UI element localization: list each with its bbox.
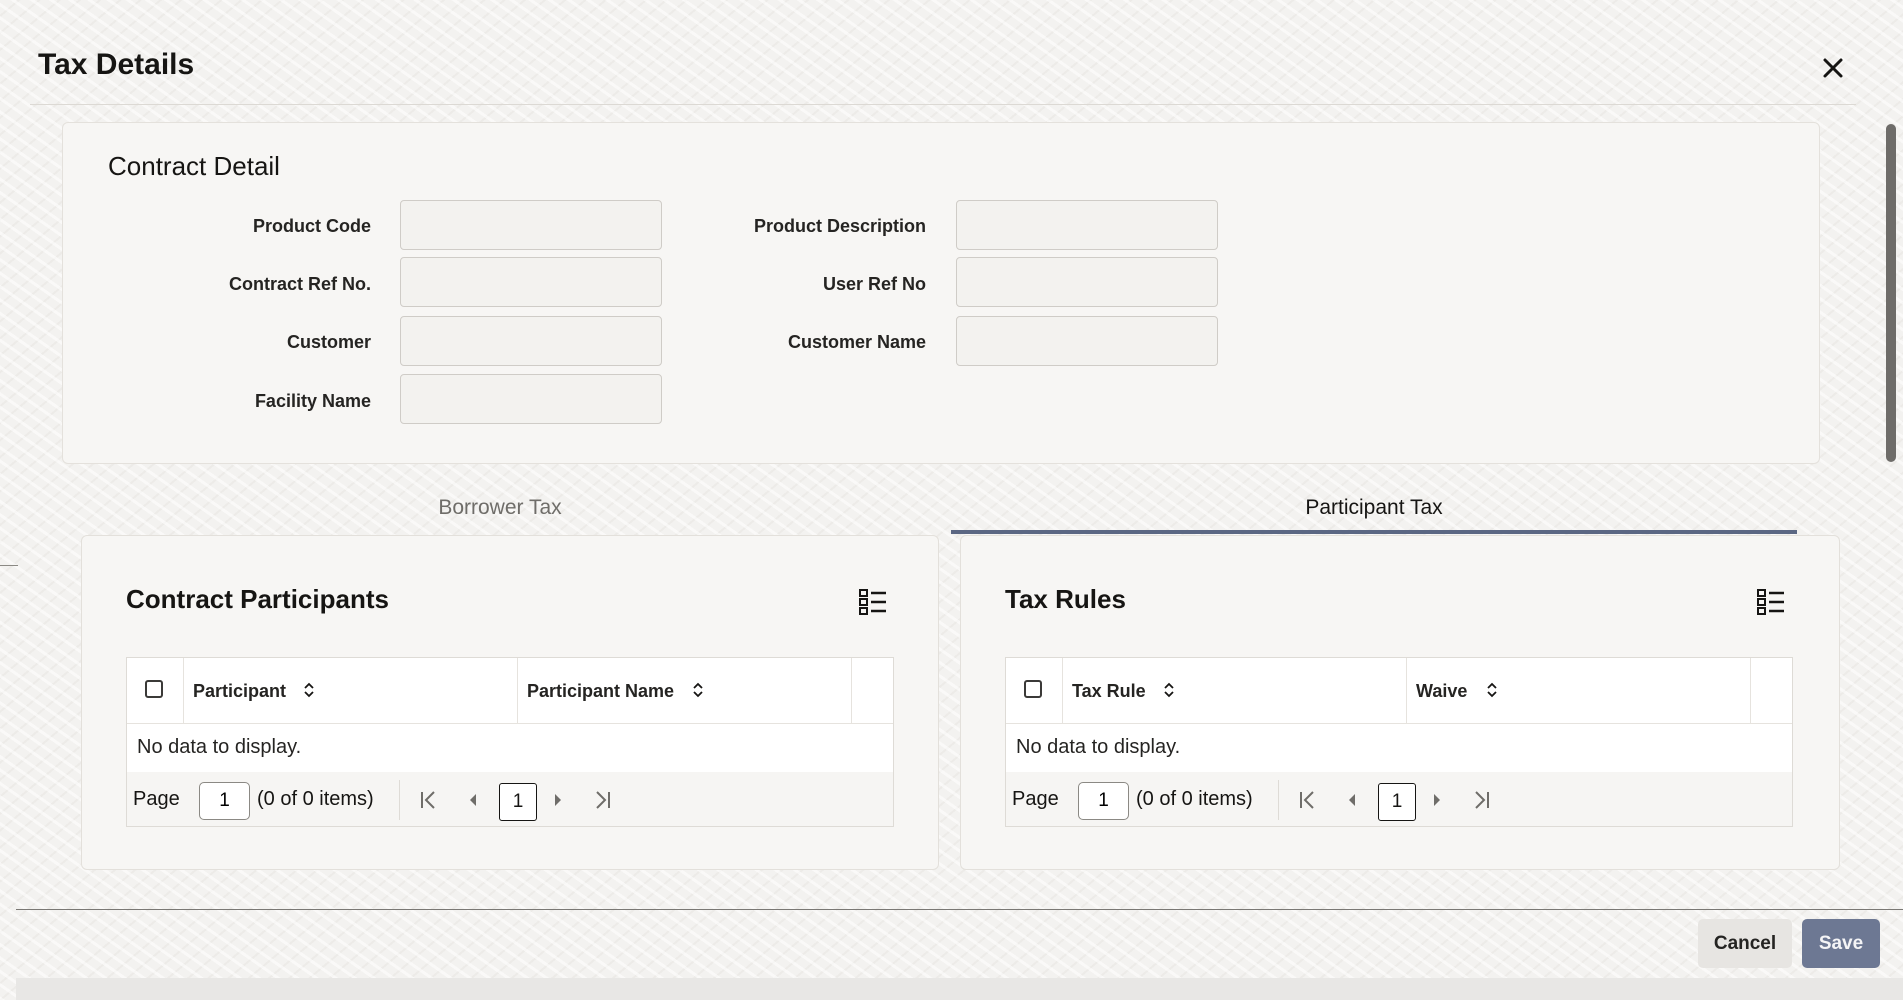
customer-label: Customer <box>286 332 371 352</box>
user-ref-no-input[interactable] <box>956 257 1218 307</box>
last-page-icon[interactable] <box>1471 788 1493 812</box>
header-divider <box>30 104 1856 105</box>
customer-input[interactable] <box>400 316 662 366</box>
pagination: Page (0 of 0 items) 1 <box>1006 772 1792 826</box>
footer-bar <box>16 910 1903 978</box>
contract-ref-no-label: Contract Ref No. <box>228 274 371 294</box>
product-code-label: Product Code <box>252 216 371 236</box>
active-tab-indicator <box>951 530 1797 534</box>
sort-icon[interactable] <box>302 680 316 700</box>
column-label: Participant <box>193 681 287 701</box>
current-page-button[interactable]: 1 <box>1378 783 1416 821</box>
column-label: Participant Name <box>527 681 675 701</box>
contract-participants-panel: Contract Participants Participant Partic… <box>81 535 939 870</box>
first-page-icon[interactable] <box>417 788 439 812</box>
contract-detail-section: Contract Detail Product Code Product Des… <box>62 122 1820 464</box>
column-waive[interactable]: Waive <box>1406 658 1751 723</box>
customer-name-input[interactable] <box>956 316 1218 366</box>
column-list-icon[interactable] <box>1756 587 1786 617</box>
edge-marker <box>0 565 18 566</box>
save-button[interactable]: Save <box>1802 919 1880 968</box>
item-count: (0 of 0 items) <box>1136 788 1253 810</box>
table-header: Participant Participant Name <box>127 658 893 724</box>
close-icon[interactable] <box>1815 50 1851 86</box>
product-description-input[interactable] <box>956 200 1218 250</box>
participants-table: Participant Participant Name No data to … <box>126 657 894 827</box>
customer-name-label: Customer Name <box>787 332 926 352</box>
current-page-button[interactable]: 1 <box>499 783 537 821</box>
select-all-cell <box>127 658 184 723</box>
bottom-strip <box>16 978 1903 1000</box>
contract-participants-title: Contract Participants <box>126 584 389 614</box>
contract-ref-no-input[interactable] <box>400 257 662 307</box>
dialog-title: Tax Details <box>38 48 195 81</box>
facility-name-label: Facility Name <box>254 391 371 411</box>
first-page-icon[interactable] <box>1296 788 1318 812</box>
column-tax-rule[interactable]: Tax Rule <box>1062 658 1407 723</box>
next-page-icon[interactable] <box>1426 788 1448 812</box>
next-page-icon[interactable] <box>547 788 569 812</box>
cancel-button[interactable]: Cancel <box>1698 919 1792 968</box>
select-all-cell <box>1006 658 1063 723</box>
pagination: Page (0 of 0 items) 1 <box>127 772 893 826</box>
column-label: Waive <box>1416 681 1468 701</box>
column-list-icon[interactable] <box>858 587 888 617</box>
sort-icon[interactable] <box>691 680 705 700</box>
previous-page-icon[interactable] <box>462 788 484 812</box>
tab-participant-tax[interactable]: Participant Tax <box>951 496 1797 520</box>
sort-icon[interactable] <box>1162 680 1176 700</box>
tax-rules-title: Tax Rules <box>1005 584 1126 614</box>
facility-name-input[interactable] <box>400 374 662 424</box>
tab-borrower-tax[interactable]: Borrower Tax <box>80 496 920 520</box>
tax-rules-table: Tax Rule Waive No data to display. Page … <box>1005 657 1793 827</box>
select-all-checkbox[interactable] <box>1024 680 1042 698</box>
pager-divider <box>399 780 400 820</box>
page-number-input[interactable] <box>1078 782 1129 820</box>
page-label: Page <box>1012 788 1059 810</box>
sort-icon[interactable] <box>1485 680 1499 700</box>
page-label: Page <box>133 788 180 810</box>
column-participant[interactable]: Participant <box>183 658 518 723</box>
tax-rules-panel: Tax Rules Tax Rule Waive No data to disp… <box>960 535 1840 870</box>
page-number-input[interactable] <box>199 782 250 820</box>
product-code-input[interactable] <box>400 200 662 250</box>
product-description-label: Product Description <box>753 216 926 236</box>
scrollbar[interactable] <box>1886 124 1896 462</box>
empty-message: No data to display. <box>1016 736 1181 758</box>
table-header: Tax Rule Waive <box>1006 658 1792 724</box>
last-page-icon[interactable] <box>592 788 614 812</box>
column-participant-name[interactable]: Participant Name <box>517 658 852 723</box>
item-count: (0 of 0 items) <box>257 788 374 810</box>
user-ref-no-label: User Ref No <box>822 274 926 294</box>
select-all-checkbox[interactable] <box>145 680 163 698</box>
empty-message: No data to display. <box>137 736 302 758</box>
contract-detail-heading: Contract Detail <box>108 151 280 181</box>
previous-page-icon[interactable] <box>1341 788 1363 812</box>
pager-divider <box>1278 780 1279 820</box>
column-label: Tax Rule <box>1072 681 1146 701</box>
